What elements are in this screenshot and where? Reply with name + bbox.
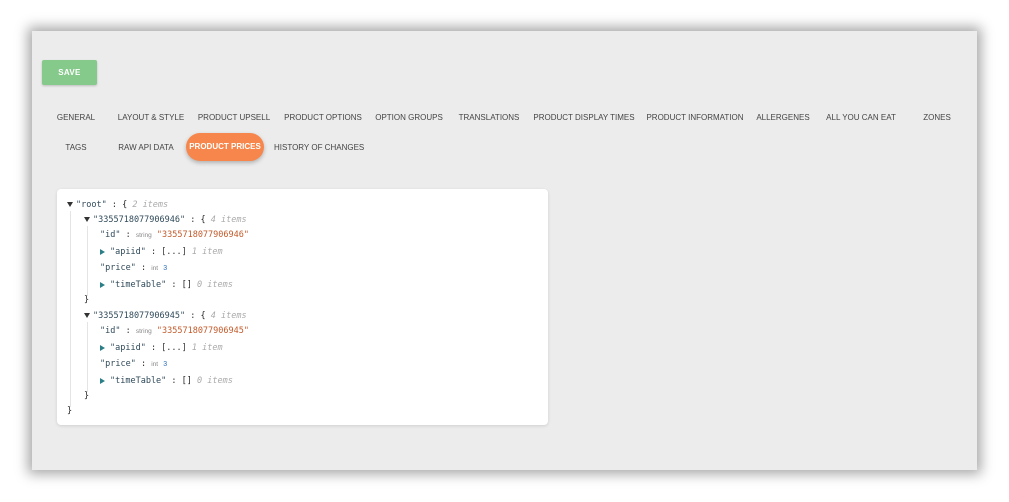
expand-arrow-icon[interactable] bbox=[100, 344, 105, 351]
json-field-timetable[interactable]: "timeTable" : [] 0 items bbox=[100, 374, 233, 388]
json-item-count: 4 items bbox=[210, 311, 247, 321]
json-type-label: int bbox=[151, 361, 159, 368]
json-collapsed-array[interactable]: [...] bbox=[161, 343, 187, 353]
tab-layout-style[interactable]: LAYOUT & STYLE bbox=[112, 104, 190, 132]
tree-guide-entry-2 bbox=[87, 322, 88, 392]
json-viewer: "root" : { 2 items "3355718077906946" : … bbox=[57, 189, 548, 425]
expand-arrow-icon[interactable] bbox=[100, 377, 105, 384]
tab-general[interactable]: GENERAL bbox=[47, 104, 105, 132]
json-string-value: "3355718077906946" bbox=[156, 230, 249, 240]
json-entry-close: } bbox=[84, 293, 89, 307]
expand-arrow-icon[interactable] bbox=[100, 281, 105, 288]
tab-zones[interactable]: ZONES bbox=[912, 104, 962, 132]
json-field-apiid[interactable]: "apiid" : [...] 1 item bbox=[100, 245, 223, 259]
tab-all-you-can-eat[interactable]: ALL YOU CAN EAT bbox=[822, 104, 900, 132]
tree-guide-root bbox=[70, 211, 71, 407]
json-item-count: 0 items bbox=[197, 376, 233, 386]
json-brace: } bbox=[84, 295, 90, 305]
json-key: "price" bbox=[100, 263, 136, 273]
tab-translations[interactable]: TRANSLATIONS bbox=[457, 104, 521, 132]
collapse-arrow-icon[interactable] bbox=[84, 313, 90, 318]
json-type-label: int bbox=[151, 265, 159, 272]
tab-raw-api-data[interactable]: RAW API DATA bbox=[114, 134, 178, 162]
tab-option-groups[interactable]: OPTION GROUPS bbox=[372, 104, 446, 132]
json-key: "3355718077906945" bbox=[93, 311, 186, 321]
json-item-count: 4 items bbox=[210, 215, 247, 225]
json-collapsed-array[interactable]: [...] bbox=[161, 247, 187, 257]
save-button[interactable]: SAVE bbox=[42, 60, 97, 85]
json-empty-array: [] bbox=[181, 376, 192, 386]
product-editor-panel: SAVE GENERAL LAYOUT & STYLE PRODUCT UPSE… bbox=[32, 31, 977, 470]
json-entry-row[interactable]: "3355718077906946" : { 4 items bbox=[84, 213, 247, 227]
json-key: "3355718077906946" bbox=[93, 215, 186, 225]
json-brace: { bbox=[200, 311, 206, 321]
tab-product-options[interactable]: PRODUCT OPTIONS bbox=[284, 104, 362, 132]
tab-product-upsell[interactable]: PRODUCT UPSELL bbox=[197, 104, 271, 132]
json-int-value: 3 bbox=[163, 361, 168, 368]
json-key: "root" bbox=[76, 200, 107, 210]
json-key: "price" bbox=[100, 359, 136, 369]
json-field-price: "price" : int 3 bbox=[100, 359, 168, 369]
expand-arrow-icon[interactable] bbox=[100, 248, 105, 255]
json-field-id: "id" : string "3355718077906945" bbox=[100, 326, 249, 336]
collapse-arrow-icon[interactable] bbox=[67, 202, 73, 207]
json-type-label: string bbox=[135, 232, 152, 239]
json-field-price: "price" : int 3 bbox=[100, 263, 168, 273]
json-item-count: 2 items bbox=[132, 200, 169, 210]
json-entry-row[interactable]: "3355718077906945" : { 4 items bbox=[84, 309, 247, 323]
collapse-arrow-icon[interactable] bbox=[84, 217, 90, 222]
json-brace: } bbox=[84, 391, 90, 401]
json-item-count: 1 item bbox=[191, 343, 223, 353]
json-field-apiid[interactable]: "apiid" : [...] 1 item bbox=[100, 341, 223, 355]
json-key: "apiid" bbox=[110, 343, 146, 353]
json-key: "apiid" bbox=[110, 247, 146, 257]
json-item-count: 1 item bbox=[191, 247, 223, 257]
json-brace: } bbox=[67, 406, 73, 416]
json-entry-close: } bbox=[84, 389, 89, 403]
json-item-count: 0 items bbox=[197, 280, 233, 290]
json-key: "id" bbox=[100, 230, 121, 240]
json-key: "id" bbox=[100, 326, 121, 336]
tab-history-of-changes[interactable]: HISTORY OF CHANGES bbox=[274, 134, 364, 162]
json-brace: { bbox=[122, 200, 128, 210]
json-field-timetable[interactable]: "timeTable" : [] 0 items bbox=[100, 278, 233, 292]
tree-guide-entry-1 bbox=[87, 226, 88, 296]
json-root-close: } bbox=[67, 404, 72, 418]
json-field-id: "id" : string "3355718077906946" bbox=[100, 230, 249, 240]
json-key: "timeTable" bbox=[110, 376, 167, 386]
tab-product-display-times[interactable]: PRODUCT DISPLAY TIMES bbox=[532, 104, 636, 132]
json-string-value: "3355718077906945" bbox=[156, 326, 249, 336]
tab-product-prices[interactable]: PRODUCT PRICES bbox=[186, 133, 264, 161]
tab-tags[interactable]: TAGS bbox=[52, 134, 100, 162]
tab-allergenes[interactable]: ALLERGENES bbox=[754, 104, 812, 132]
json-brace: { bbox=[200, 215, 206, 225]
json-type-label: string bbox=[135, 328, 152, 335]
json-int-value: 3 bbox=[163, 265, 168, 272]
json-empty-array: [] bbox=[181, 280, 192, 290]
json-key: "timeTable" bbox=[110, 280, 167, 290]
tab-product-information[interactable]: PRODUCT INFORMATION bbox=[646, 104, 744, 132]
json-root-row[interactable]: "root" : { 2 items bbox=[67, 198, 168, 212]
